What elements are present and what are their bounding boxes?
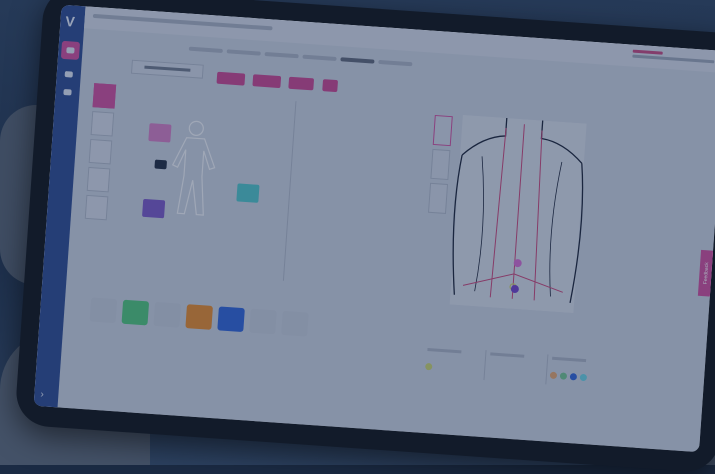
tablet-device: V › Feedback [14,0,715,474]
toolbar-button[interactable] [322,79,339,93]
legend-dot [579,373,588,382]
legend-dot [549,371,558,380]
legend-section [422,346,484,380]
sidebar-item-home[interactable] [60,40,81,60]
legend-dot [425,362,433,371]
legend-dot [559,372,568,380]
toolbar-button[interactable] [252,74,281,89]
view-thumbnail[interactable] [428,182,449,214]
back-diagram [449,114,587,314]
home-icon [66,47,75,54]
tab[interactable] [378,59,413,67]
color-palette [89,297,341,338]
sidebar: V › [33,4,86,408]
app-logo: V [64,12,76,30]
color-marker[interactable] [148,123,172,143]
palette-swatch[interactable] [249,308,277,335]
sidebar-item-chat[interactable] [58,83,77,102]
legend-area [421,346,615,399]
view-thumbnails [84,83,117,224]
palette-swatch[interactable] [121,299,150,326]
legend-section [483,350,547,385]
view-thumbnail[interactable] [86,166,111,193]
view-thumbnail[interactable] [88,138,113,165]
feedback-button[interactable]: Feedback [697,249,715,297]
tab[interactable] [188,46,223,54]
palette-swatch[interactable] [89,297,118,324]
palette-swatch[interactable] [217,306,245,333]
chat-icon [63,89,72,96]
panel-divider [282,101,297,281]
palette-swatch[interactable] [185,304,213,330]
toolbar-button[interactable] [288,76,315,91]
page-title [92,13,273,31]
view-thumbnail[interactable] [432,114,453,147]
tab[interactable] [302,54,337,61]
tab[interactable] [340,57,375,64]
legend-dot [569,373,578,381]
palette-swatch[interactable] [281,310,309,337]
tablet-screen: V › Feedback [33,4,715,453]
view-thumbnail[interactable] [84,194,109,221]
view-thumbnail[interactable] [90,111,115,137]
palette-swatch[interactable] [153,301,182,328]
camera-icon[interactable] [154,159,168,170]
date-field[interactable] [130,59,204,79]
view-thumbnail[interactable] [430,148,451,181]
color-marker[interactable] [142,198,166,219]
view-thumbnail[interactable] [92,83,117,109]
toolbar-button[interactable] [216,71,245,86]
sidebar-item-settings[interactable] [59,65,78,84]
color-marker[interactable] [236,183,260,203]
tab[interactable] [264,51,299,59]
chevron-right-icon[interactable]: › [40,389,44,400]
toolbar [130,59,343,93]
user-menu[interactable] [632,49,715,65]
tab[interactable] [226,49,261,56]
gear-icon [64,71,73,78]
legend-section [545,354,615,389]
